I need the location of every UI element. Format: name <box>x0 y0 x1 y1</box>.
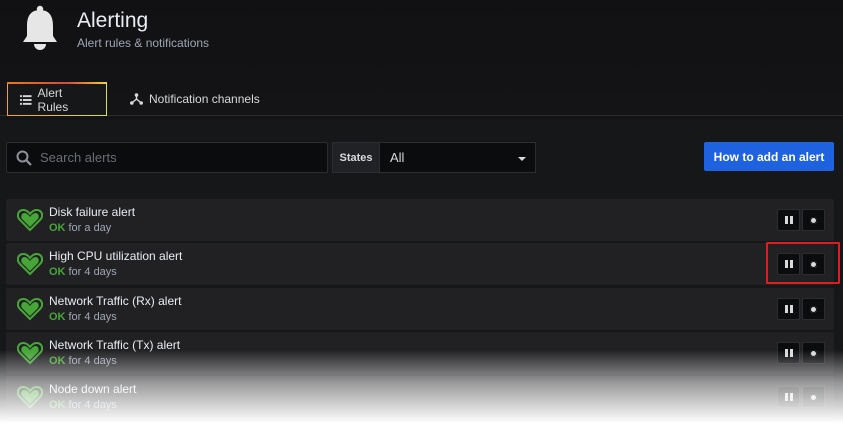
page-subtitle: Alert rules & notifications <box>77 36 210 50</box>
alert-duration: for 4 days <box>68 311 117 323</box>
alert-duration: for 4 days <box>68 266 117 278</box>
search-box <box>6 142 328 173</box>
alert-state: OK <box>49 266 66 278</box>
alert-name[interactable]: Network Traffic (Rx) alert <box>49 294 181 308</box>
caret-down-icon <box>518 157 526 161</box>
alert-name[interactable]: Node down alert <box>49 382 136 396</box>
heart-icon <box>17 297 43 321</box>
pause-icon <box>784 260 788 268</box>
alert-status: OK for 4 days <box>49 355 117 367</box>
gear-icon <box>810 260 817 268</box>
pause-button[interactable] <box>777 298 800 320</box>
alert-name[interactable]: Disk failure alert <box>49 205 135 219</box>
tab-alert-rules[interactable]: Alert Rules <box>7 82 107 116</box>
tab-notification-channels[interactable]: Notification channels <box>118 82 272 116</box>
alert-state: OK <box>49 399 66 411</box>
alert-status: OK for 4 days <box>49 399 117 411</box>
pause-button[interactable] <box>777 342 800 364</box>
gear-icon <box>810 349 817 357</box>
states-dropdown[interactable]: All <box>379 142 536 173</box>
pause-icon <box>784 349 788 357</box>
heart-icon <box>17 385 43 409</box>
pause-icon <box>784 393 788 401</box>
alert-state: OK <box>49 222 66 234</box>
heart-icon <box>17 252 43 276</box>
search-icon <box>16 150 32 166</box>
gear-icon <box>810 216 817 224</box>
alert-duration: for a day <box>68 222 112 234</box>
alert-state: OK <box>49 311 66 323</box>
alert-name[interactable]: High CPU utilization alert <box>49 249 182 263</box>
edit-alert-button[interactable] <box>802 253 825 275</box>
alert-status: OK for 4 days <box>49 311 117 323</box>
gear-icon <box>810 393 817 401</box>
list-icon <box>20 94 32 105</box>
alert-duration: for 4 days <box>68 355 117 367</box>
alert-row[interactable]: Node down alert OK for 4 days <box>6 376 834 418</box>
bell-icon <box>23 5 57 50</box>
alert-row[interactable]: Disk failure alert OK for a day <box>6 199 834 241</box>
states-label: States <box>332 142 379 173</box>
alert-row[interactable]: Network Traffic (Tx) alert OK for 4 days <box>6 332 834 374</box>
heart-icon <box>17 208 43 232</box>
pause-button[interactable] <box>777 386 800 408</box>
tab-label: Notification channels <box>149 92 260 106</box>
page-title: Alerting <box>77 9 149 32</box>
pause-icon <box>784 216 788 224</box>
alert-state: OK <box>49 355 66 367</box>
heart-icon <box>17 341 43 365</box>
alert-duration: for 4 days <box>68 399 117 411</box>
search-input[interactable] <box>40 150 310 165</box>
pause-button[interactable] <box>777 209 800 231</box>
alert-status: OK for a day <box>49 222 111 234</box>
edit-alert-button[interactable] <box>802 298 825 320</box>
alert-row[interactable]: Network Traffic (Rx) alert OK for 4 days <box>6 288 834 330</box>
alert-status: OK for 4 days <box>49 266 117 278</box>
alert-name[interactable]: Network Traffic (Tx) alert <box>49 338 180 352</box>
alert-row[interactable]: High CPU utilization alert OK for 4 days <box>6 243 834 285</box>
edit-alert-button[interactable] <box>802 386 825 408</box>
gear-icon <box>810 305 817 313</box>
states-selected-value: All <box>390 150 405 165</box>
pause-button[interactable] <box>777 253 800 275</box>
pause-icon <box>784 305 788 313</box>
tab-label: Alert Rules <box>37 85 69 114</box>
edit-alert-button[interactable] <box>802 342 825 364</box>
share-nodes-icon <box>130 93 143 105</box>
how-to-add-alert-button[interactable]: How to add an alert <box>704 142 834 171</box>
edit-alert-button[interactable] <box>802 209 825 231</box>
